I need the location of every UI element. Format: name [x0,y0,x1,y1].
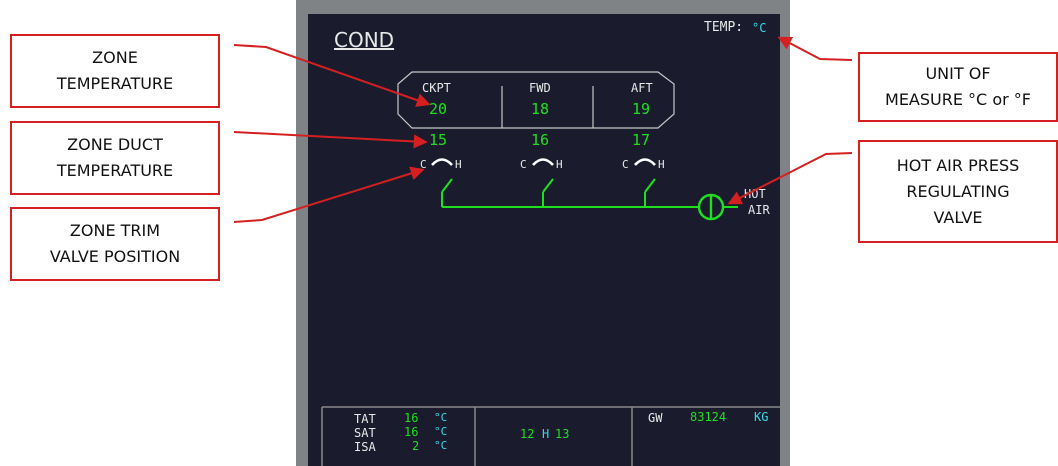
temp-unit-label: TEMP: [704,20,744,35]
valve-hot-label: H [658,158,665,171]
callout-zone-temperature: ZONE TEMPERATURE [10,34,220,108]
callout-unit-of-measure: UNIT OF MEASURE °C or °F [858,52,1058,122]
callout-line: ZONE [92,48,138,67]
valve-hot-label: H [556,158,563,171]
page-title: COND [334,28,395,52]
sat-label: SAT [354,426,376,440]
hot-air-label: HOT [744,187,766,201]
utc-separator: H [542,427,550,441]
callout-zone-duct-temperature: ZONE DUCT TEMPERATURE [10,121,220,195]
callout-line: ZONE TRIM [69,221,161,240]
trim-valve-needle [542,178,554,193]
valve-cold-label: C [420,158,427,171]
callout-line: UNIT OF [925,64,991,83]
tat-value: 16 [404,411,419,425]
isa-label: ISA [354,440,376,454]
zone-name-fwd: FWD [529,81,551,95]
trim-valve-needle [441,178,453,193]
zone-temp-aft: 19 [632,100,651,118]
callout-line: VALVE [933,207,983,227]
utc-minutes: 13 [555,427,570,441]
valve-hot-label: H [455,158,462,171]
trim-valve-arc-icon [532,158,554,166]
arrow-unit-of-measure [777,36,853,61]
duct-temp-aft: 17 [632,131,651,149]
duct-temp-ckpt: 15 [429,131,448,149]
trim-valve-arc-icon [634,158,656,166]
callout-line: HOT AIR PRESS [896,155,1020,175]
trim-valve-needle [644,178,656,193]
temp-unit-value: °C [752,21,767,35]
ecam-screen-bezel: COND TEMP: °C CKPT FWD AFT 20 18 19 15 1… [296,0,790,466]
zone-name-aft: AFT [631,81,653,95]
gw-value: 83124 [690,410,727,424]
hot-air-label: AIR [748,203,770,217]
zone-temp-fwd: 18 [531,100,550,118]
callout-line: VALVE POSITION [49,247,181,266]
valve-cold-label: C [622,158,629,171]
callout-hot-air-press-valve: HOT AIR PRESS REGULATING VALVE [858,140,1058,243]
duct-temp-fwd: 16 [531,131,550,149]
tat-unit: °C [434,411,448,424]
sat-unit: °C [434,425,448,438]
trim-valve-arc-icon [431,158,453,166]
callout-line: MEASURE °C or °F [885,90,1031,109]
valve-cold-label: C [520,158,527,171]
zone-temp-ckpt: 20 [429,100,448,118]
isa-unit: °C [434,439,448,452]
zone-name-ckpt: CKPT [422,81,451,95]
sat-value: 16 [404,425,419,439]
callout-line: ZONE DUCT [67,135,163,154]
ecam-display: COND TEMP: °C CKPT FWD AFT 20 18 19 15 1… [308,14,780,466]
isa-value: 2 [412,439,420,453]
callout-zone-trim-valve-position: ZONE TRIM VALVE POSITION [10,207,220,281]
utc-hours: 12 [520,427,535,441]
callout-line: TEMPERATURE [56,74,174,93]
tat-label: TAT [354,412,376,426]
callout-line: TEMPERATURE [56,161,174,180]
callout-line: REGULATING [906,181,1010,201]
gw-label: GW [648,411,663,425]
gw-unit: KG [754,410,769,424]
